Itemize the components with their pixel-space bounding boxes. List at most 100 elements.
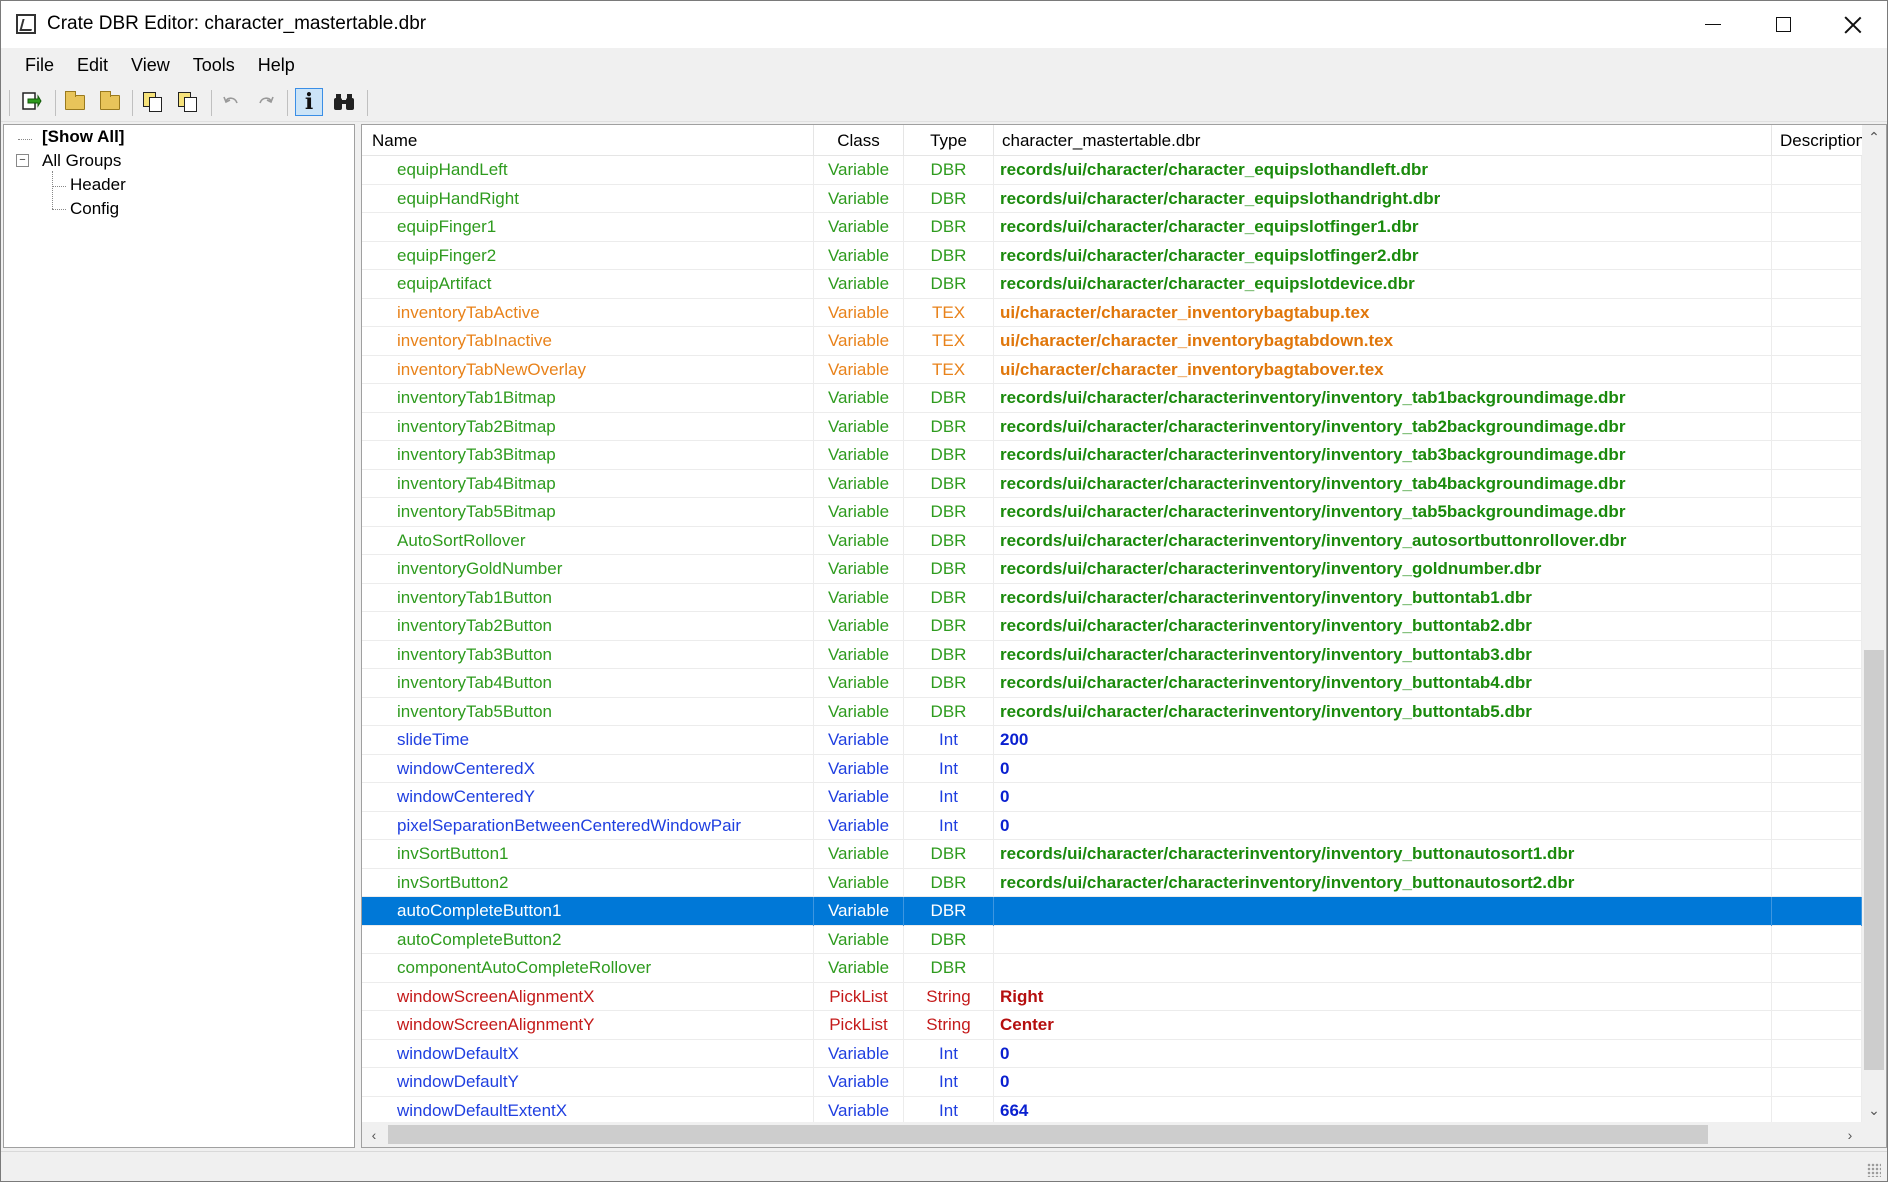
column-header-value[interactable]: character_mastertable.dbr: [994, 125, 1772, 156]
maximize-button[interactable]: [1748, 1, 1818, 48]
cell-value[interactable]: 0: [994, 783, 1772, 812]
horizontal-scroll-thumb[interactable]: [388, 1125, 1708, 1144]
table-row[interactable]: inventoryTab4Bitmap Variable DBR records/ui…: [362, 469, 1862, 498]
table-row[interactable]: equipFinger1 Variable DBR records/ui/charac…: [362, 213, 1862, 242]
cell-value[interactable]: records/ui/character/characterinventory/…: [994, 526, 1772, 555]
cell-value[interactable]: 0: [994, 1039, 1772, 1068]
table-row[interactable]: inventoryTabInactive Variable TEX ui/charac…: [362, 327, 1862, 356]
scroll-left-icon[interactable]: ‹: [362, 1122, 386, 1147]
redo-button[interactable]: [252, 88, 280, 116]
tree-item-show-all[interactable]: [Show All]: [42, 127, 124, 147]
tree-item-config[interactable]: Config: [70, 199, 119, 219]
table-row[interactable]: windowDefaultY Variable Int 0: [362, 1068, 1862, 1097]
cell-value[interactable]: records/ui/character/character_equipslot…: [994, 184, 1772, 213]
tree-item-all-groups[interactable]: All Groups: [42, 151, 121, 171]
table-row[interactable]: inventoryTab5Bitmap Variable DBR records/ui…: [362, 498, 1862, 527]
cell-value[interactable]: records/ui/character/characterinventory/…: [994, 583, 1772, 612]
table-row[interactable]: invSortButton2 Variable DBR records/ui/char…: [362, 868, 1862, 897]
open-record-button[interactable]: [17, 88, 45, 116]
scroll-right-icon[interactable]: ›: [1838, 1122, 1862, 1147]
table-row[interactable]: inventoryTab3Bitmap Variable DBR records/ui…: [362, 441, 1862, 470]
cell-value[interactable]: records/ui/character/characterinventory/…: [994, 697, 1772, 726]
collapse-icon[interactable]: −: [16, 154, 29, 167]
menu-file[interactable]: File: [15, 55, 67, 76]
find-button[interactable]: [330, 88, 358, 116]
info-button[interactable]: i: [295, 88, 323, 116]
close-button[interactable]: [1818, 1, 1888, 48]
cell-value[interactable]: ui/character/character_inventorybagtabov…: [994, 355, 1772, 384]
scroll-down-icon[interactable]: ⌄: [1862, 1098, 1886, 1122]
cell-value[interactable]: [994, 925, 1772, 954]
cell-value[interactable]: 200: [994, 726, 1772, 755]
resize-grip-icon[interactable]: [1867, 1163, 1881, 1177]
scroll-up-icon[interactable]: ⌃: [1862, 125, 1886, 149]
horizontal-scrollbar[interactable]: ‹ ›: [362, 1122, 1886, 1147]
table-row[interactable]: windowDefaultX Variable Int 0: [362, 1039, 1862, 1068]
cell-value[interactable]: records/ui/character/characterinventory/…: [994, 555, 1772, 584]
table-row[interactable]: invSortButton1 Variable DBR records/ui/char…: [362, 840, 1862, 869]
table-row[interactable]: slideTime Variable Int 200: [362, 726, 1862, 755]
cell-value[interactable]: 0: [994, 754, 1772, 783]
table-row[interactable]: equipArtifact Variable DBR records/ui/chara…: [362, 270, 1862, 299]
table-row[interactable]: inventoryTab3Button Variable DBR records/ui…: [362, 640, 1862, 669]
table-row[interactable]: windowCenteredY Variable Int 0: [362, 783, 1862, 812]
table-row[interactable]: inventoryTab4Button Variable DBR records/ui…: [362, 669, 1862, 698]
table-row[interactable]: componentAutoCompleteRollover Variable DBR: [362, 954, 1862, 983]
table-row[interactable]: windowScreenAlignmentY PickList String Cent…: [362, 1011, 1862, 1040]
table-row[interactable]: autoCompleteButton1 Variable DBR: [362, 897, 1862, 926]
table-row[interactable]: windowDefaultExtentX Variable Int 664: [362, 1096, 1862, 1122]
tree-item-header[interactable]: Header: [70, 175, 126, 195]
table-row[interactable]: inventoryTab2Bitmap Variable DBR records/ui…: [362, 412, 1862, 441]
column-header-description[interactable]: Description: [1772, 125, 1862, 156]
table-row[interactable]: inventoryTabNewOverlay Variable TEX ui/char…: [362, 355, 1862, 384]
cell-value[interactable]: records/ui/character/characterinventory/…: [994, 384, 1772, 413]
cell-value[interactable]: records/ui/character/character_equipslot…: [994, 270, 1772, 299]
cell-value[interactable]: records/ui/character/characterinventory/…: [994, 868, 1772, 897]
table-row[interactable]: windowScreenAlignmentX PickList String Righ…: [362, 982, 1862, 1011]
column-header-class[interactable]: Class: [814, 125, 904, 156]
undo-button[interactable]: [217, 88, 245, 116]
table-row[interactable]: equipFinger2 Variable DBR records/ui/charac…: [362, 241, 1862, 270]
cell-value[interactable]: 664: [994, 1096, 1772, 1122]
copy-button[interactable]: [139, 88, 167, 116]
column-header-name[interactable]: Name: [362, 125, 814, 156]
table-row[interactable]: inventoryTabActive Variable TEX ui/characte…: [362, 298, 1862, 327]
cell-value[interactable]: records/ui/character/characterinventory/…: [994, 612, 1772, 641]
table-row[interactable]: inventoryTab2Button Variable DBR records/ui…: [362, 612, 1862, 641]
table-row[interactable]: autoCompleteButton2 Variable DBR: [362, 925, 1862, 954]
copy-alt-button[interactable]: [174, 88, 202, 116]
cell-value[interactable]: ui/character/character_inventorybagtabdo…: [994, 327, 1772, 356]
cell-value[interactable]: records/ui/character/character_equipslot…: [994, 156, 1772, 185]
cell-value[interactable]: ui/character/character_inventorybagtabup…: [994, 298, 1772, 327]
cell-value[interactable]: 0: [994, 1068, 1772, 1097]
cell-value[interactable]: records/ui/character/characterinventory/…: [994, 498, 1772, 527]
cell-value[interactable]: records/ui/character/characterinventory/…: [994, 640, 1772, 669]
table-row[interactable]: inventoryGoldNumber Variable DBR records/ui…: [362, 555, 1862, 584]
cell-value[interactable]: records/ui/character/character_equipslot…: [994, 241, 1772, 270]
cell-value[interactable]: records/ui/character/character_equipslot…: [994, 213, 1772, 242]
cell-value[interactable]: Right: [994, 982, 1772, 1011]
menu-help[interactable]: Help: [248, 55, 308, 76]
vertical-scrollbar[interactable]: ⌃ ⌄: [1862, 125, 1886, 1122]
vertical-scroll-thumb[interactable]: [1864, 650, 1884, 1070]
menu-tools[interactable]: Tools: [183, 55, 248, 76]
table-row[interactable]: windowCenteredX Variable Int 0: [362, 754, 1862, 783]
folder-button[interactable]: [96, 88, 124, 116]
cell-value[interactable]: 0: [994, 811, 1772, 840]
open-folder-button[interactable]: [61, 88, 89, 116]
menu-edit[interactable]: Edit: [67, 55, 121, 76]
cell-value[interactable]: records/ui/character/characterinventory/…: [994, 469, 1772, 498]
table-row[interactable]: inventoryTab5Button Variable DBR records/ui…: [362, 697, 1862, 726]
table-row[interactable]: inventoryTab1Button Variable DBR records/ui…: [362, 583, 1862, 612]
cell-value[interactable]: Center: [994, 1011, 1772, 1040]
cell-value[interactable]: records/ui/character/characterinventory/…: [994, 441, 1772, 470]
cell-value[interactable]: records/ui/character/characterinventory/…: [994, 412, 1772, 441]
table-row[interactable]: AutoSortRollover Variable DBR records/ui/ch…: [362, 526, 1862, 555]
table-row[interactable]: inventoryTab1Bitmap Variable DBR records/ui…: [362, 384, 1862, 413]
column-header-type[interactable]: Type: [904, 125, 994, 156]
table-row[interactable]: pixelSeparationBetweenCenteredWindowPair…: [362, 811, 1862, 840]
cell-value[interactable]: records/ui/character/characterinventory/…: [994, 669, 1772, 698]
menu-view[interactable]: View: [121, 55, 183, 76]
cell-value[interactable]: [994, 897, 1772, 926]
cell-value[interactable]: [994, 954, 1772, 983]
